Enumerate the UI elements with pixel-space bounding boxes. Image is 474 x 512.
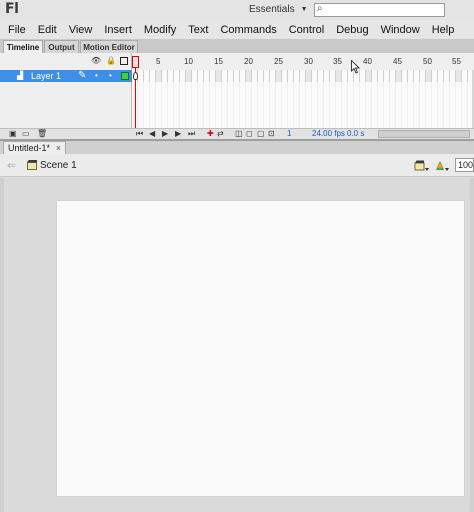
- lock-dot-icon[interactable]: •: [109, 70, 112, 82]
- menu-bar: File Edit View Insert Modify Text Comman…: [0, 20, 474, 39]
- go-to-last-frame-icon[interactable]: ⏭: [188, 129, 195, 139]
- help-search-box[interactable]: ⌕: [314, 3, 445, 17]
- zoom-field[interactable]: 100%: [455, 158, 474, 172]
- go-to-first-frame-icon[interactable]: ⏮: [136, 129, 143, 139]
- app-logo: Fl: [5, 1, 19, 17]
- stage[interactable]: [57, 201, 464, 496]
- edit-bar: ⇐ Scene 1 100%: [0, 154, 474, 177]
- edit-scene-icon[interactable]: [414, 159, 430, 172]
- ruler-number: 40: [363, 57, 372, 66]
- back-arrow-icon[interactable]: ⇐: [7, 159, 16, 172]
- workspace-switcher[interactable]: Essentials ▼: [249, 4, 308, 15]
- frame-marker: [306, 70, 311, 82]
- document-tab[interactable]: Untitled-1* ×: [3, 141, 66, 154]
- menu-view[interactable]: View: [63, 24, 99, 36]
- scene-icon: [27, 160, 37, 170]
- new-layer-icon[interactable]: ▣: [9, 129, 17, 139]
- frame-marker: [216, 70, 221, 82]
- menu-help[interactable]: Help: [426, 24, 461, 36]
- ruler-number: 45: [393, 57, 402, 66]
- frame-rate[interactable]: 24.00 fps: [312, 129, 345, 139]
- delete-icon[interactable]: 🗑: [37, 129, 47, 139]
- ruler-number: 50: [423, 57, 432, 66]
- lock-icon[interactable]: 🔒: [106, 57, 116, 65]
- outline-icon[interactable]: [120, 57, 128, 65]
- frame-ruler[interactable]: 1 5 10 15 20 25 30 35 40 45 50 55: [132, 53, 474, 70]
- frame-marker: [396, 70, 401, 82]
- timeline-horizontal-scrollbar[interactable]: [378, 130, 470, 138]
- ruler-number: 20: [244, 57, 253, 66]
- layer-frames[interactable]: [132, 70, 474, 82]
- tab-timeline[interactable]: Timeline: [3, 40, 43, 53]
- frame-marker: [336, 70, 341, 82]
- ruler-number: 35: [333, 57, 342, 66]
- menu-modify[interactable]: Modify: [138, 24, 182, 36]
- blank-keyframe[interactable]: [133, 72, 138, 80]
- document-tab-title: Untitled-1*: [8, 143, 51, 153]
- step-back-icon[interactable]: ◀: [149, 129, 155, 139]
- menu-window[interactable]: Window: [375, 24, 426, 36]
- frame-marker: [456, 70, 461, 82]
- loop-icon[interactable]: ⇄: [217, 129, 224, 139]
- frame-marker: [426, 70, 431, 82]
- onion-skin-outlines-icon[interactable]: ◻: [246, 129, 253, 139]
- pencil-icon: ✎: [78, 70, 87, 81]
- outline-color-swatch[interactable]: [121, 72, 129, 80]
- edit-multiple-frames-icon[interactable]: ▢: [257, 129, 265, 139]
- edit-symbols-icon[interactable]: [434, 159, 450, 172]
- timeline-controls: ▣ ▭ 🗑 ⏮ ◀ ▶ ▶ ⏭ ✚ ⇄ ◫ ◻ ▢ ⊡ 1 24.00 fps …: [0, 128, 474, 139]
- scene-breadcrumb[interactable]: Scene 1: [40, 160, 77, 171]
- onion-skin-icon[interactable]: ◫: [235, 129, 243, 139]
- menu-control[interactable]: Control: [283, 24, 330, 36]
- menu-insert[interactable]: Insert: [98, 24, 138, 36]
- new-folder-icon[interactable]: ▭: [22, 129, 30, 139]
- eye-icon[interactable]: 👁: [91, 57, 101, 65]
- center-frame-icon[interactable]: ✚: [207, 129, 214, 139]
- help-search-input[interactable]: [329, 4, 441, 16]
- workspace-label: Essentials: [249, 4, 295, 15]
- tab-output[interactable]: Output: [44, 40, 79, 53]
- elapsed-time: 0.0 s: [347, 129, 365, 138]
- layer-name: Layer 1: [31, 71, 62, 81]
- menu-commands[interactable]: Commands: [214, 24, 282, 36]
- frame-marker: [366, 70, 371, 82]
- frame-marker: [186, 70, 191, 82]
- menu-edit[interactable]: Edit: [32, 24, 63, 36]
- menu-debug[interactable]: Debug: [330, 24, 374, 36]
- current-frame[interactable]: 1: [287, 129, 291, 139]
- document-tab-bar: Untitled-1* ×: [0, 141, 474, 154]
- empty-frame-area: [132, 82, 474, 128]
- menu-file[interactable]: File: [0, 24, 32, 36]
- ruler-number: 55: [452, 57, 461, 66]
- ruler-number: 5: [156, 57, 161, 66]
- search-icon: ⌕: [317, 3, 323, 14]
- timeline-panel: 👁 🔒 ▟ Layer 1 ✎ • • 1 5 10 15 20 25 30 3…: [0, 53, 474, 139]
- ruler-number: 10: [184, 57, 193, 66]
- playhead[interactable]: [132, 56, 139, 68]
- ruler-number: 30: [304, 57, 313, 66]
- modify-onion-markers-icon[interactable]: ⊡: [268, 129, 275, 139]
- frame-area[interactable]: 1 5 10 15 20 25 30 35 40 45 50 55: [132, 53, 474, 128]
- title-bar: Fl Essentials ▼ ⌕: [0, 0, 474, 20]
- menu-text[interactable]: Text: [182, 24, 214, 36]
- ruler-number: 25: [274, 57, 283, 66]
- ruler-number: 15: [214, 57, 223, 66]
- tab-motion-editor[interactable]: Motion Editor: [80, 40, 138, 53]
- frame-marker: [246, 70, 251, 82]
- layer-icon: ▟: [17, 71, 24, 80]
- layer-row[interactable]: ▟ Layer 1 ✎ • •: [0, 70, 132, 82]
- panel-tab-bar: Timeline Output Motion Editor: [0, 39, 474, 53]
- frame-marker: [156, 70, 161, 82]
- play-icon[interactable]: ▶: [162, 129, 168, 139]
- stage-scrollbar-edge: [470, 178, 474, 512]
- layer-list: 👁 🔒 ▟ Layer 1 ✎ • •: [0, 53, 132, 139]
- step-forward-icon[interactable]: ▶: [175, 129, 181, 139]
- layer-header: 👁 🔒: [0, 53, 132, 70]
- close-icon[interactable]: ×: [56, 142, 61, 154]
- visibility-dot-icon[interactable]: •: [95, 70, 98, 82]
- frame-marker: [276, 70, 281, 82]
- chevron-down-icon: ▼: [300, 6, 308, 13]
- mouse-cursor-icon: [351, 60, 360, 74]
